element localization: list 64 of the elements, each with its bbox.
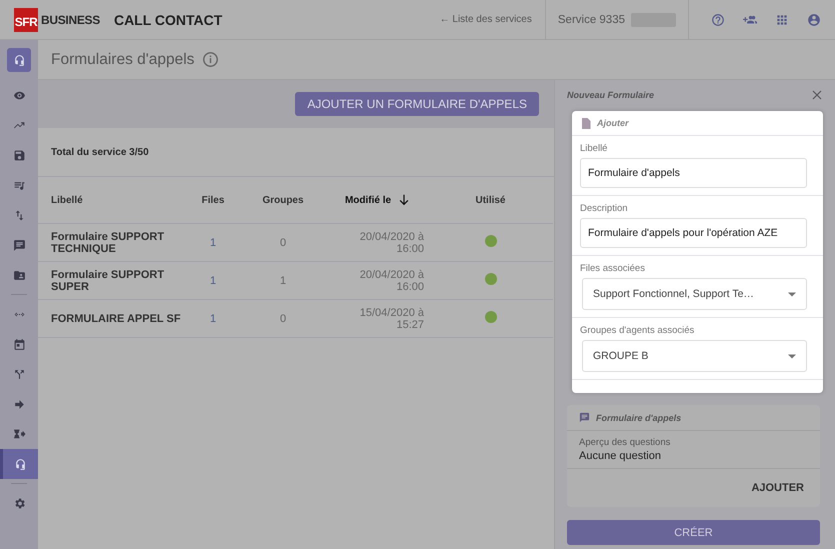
column-header[interactable]: Modifié le [344,194,392,206]
services-link[interactable]: ← Liste des services [440,14,545,25]
help-icon[interactable] [711,12,725,26]
comment-icon [579,412,590,423]
form-name: Formulaire SUPPORT TECHNIQUE [38,224,188,262]
field-value: Aucune question [579,450,662,462]
field-label: Groupes d'agents associés [580,325,696,336]
service-name: Service 9335 [558,14,625,26]
modified-date: 20/04/2020 à 16:00 [328,224,428,262]
arrow-icon [12,398,26,410]
column-header[interactable]: Libellé [51,194,83,206]
caret-icon [788,292,796,296]
logo: SFR [14,8,38,32]
groups-count: 0 [238,224,328,262]
sidebar-item[interactable] [7,48,31,72]
page-title: Formulaires d'appels [51,50,194,68]
calendar-icon [12,338,26,350]
card-title: Formulaire d'appels [596,412,682,422]
modified-date: 15/04/2020 à 15:27 [328,300,428,338]
input-field[interactable]: Formulaire d'appels pour l'opération AZE [580,218,807,248]
account-icon[interactable] [807,12,821,26]
sort-arrow-icon[interactable] [397,193,412,207]
files-count: 1 [188,300,238,338]
settings-icon [12,496,26,510]
comment-icon [12,238,26,252]
field-label: Aperçu des questions [579,437,672,448]
apps-icon[interactable] [775,12,789,26]
headset-icon [14,458,27,470]
column-header[interactable]: Files [202,194,224,206]
column-header[interactable]: Groupes [262,194,304,206]
field-label: Description [580,203,629,214]
folder-icon [12,268,26,282]
add-form-button[interactable]: AJOUTER UN FORMULAIRE D'APPELS [295,92,539,116]
input-field[interactable]: Formulaire d'appels [580,158,807,188]
fork-icon [12,368,26,380]
app-title: CALL CONTACT [114,12,222,28]
groups-count: 0 [238,300,328,338]
info-icon[interactable] [202,51,220,68]
eye-icon [12,88,26,102]
card-title: Ajouter [597,118,628,128]
sidebar-item[interactable] [0,449,38,479]
field-label: Files associées [580,263,646,274]
save-icon [12,148,26,162]
hourglass-icon [12,428,26,440]
headset-icon [12,54,26,66]
brand-name: BUSINESS [41,12,100,26]
add-question-button[interactable]: AJOUTER [751,478,804,498]
column-header[interactable]: Utilisé [475,194,506,206]
dropdown[interactable]: Support Fonctionnel, Support Te… [582,278,807,310]
files-count: 1 [188,224,238,262]
panel-title: Nouveau Formulaire [567,90,654,100]
form-name: Formulaire SUPPORT SUPER [38,262,188,300]
create-button[interactable]: CRÉER [567,520,820,545]
close-icon[interactable] [811,89,823,101]
modified-date: 20/04/2020 à 16:00 [328,262,428,300]
document-icon [581,118,591,128]
dropdown[interactable]: GROUPE B [582,340,807,372]
files-count: 1 [188,262,238,300]
field-label: Libellé [580,143,608,154]
groups-count: 1 [238,262,328,300]
form-name: FORMULAIRE APPEL SF [38,300,188,338]
caret-icon [788,354,796,358]
total-count: Total du service 3/50 [38,128,554,177]
swap-icon [12,208,26,222]
